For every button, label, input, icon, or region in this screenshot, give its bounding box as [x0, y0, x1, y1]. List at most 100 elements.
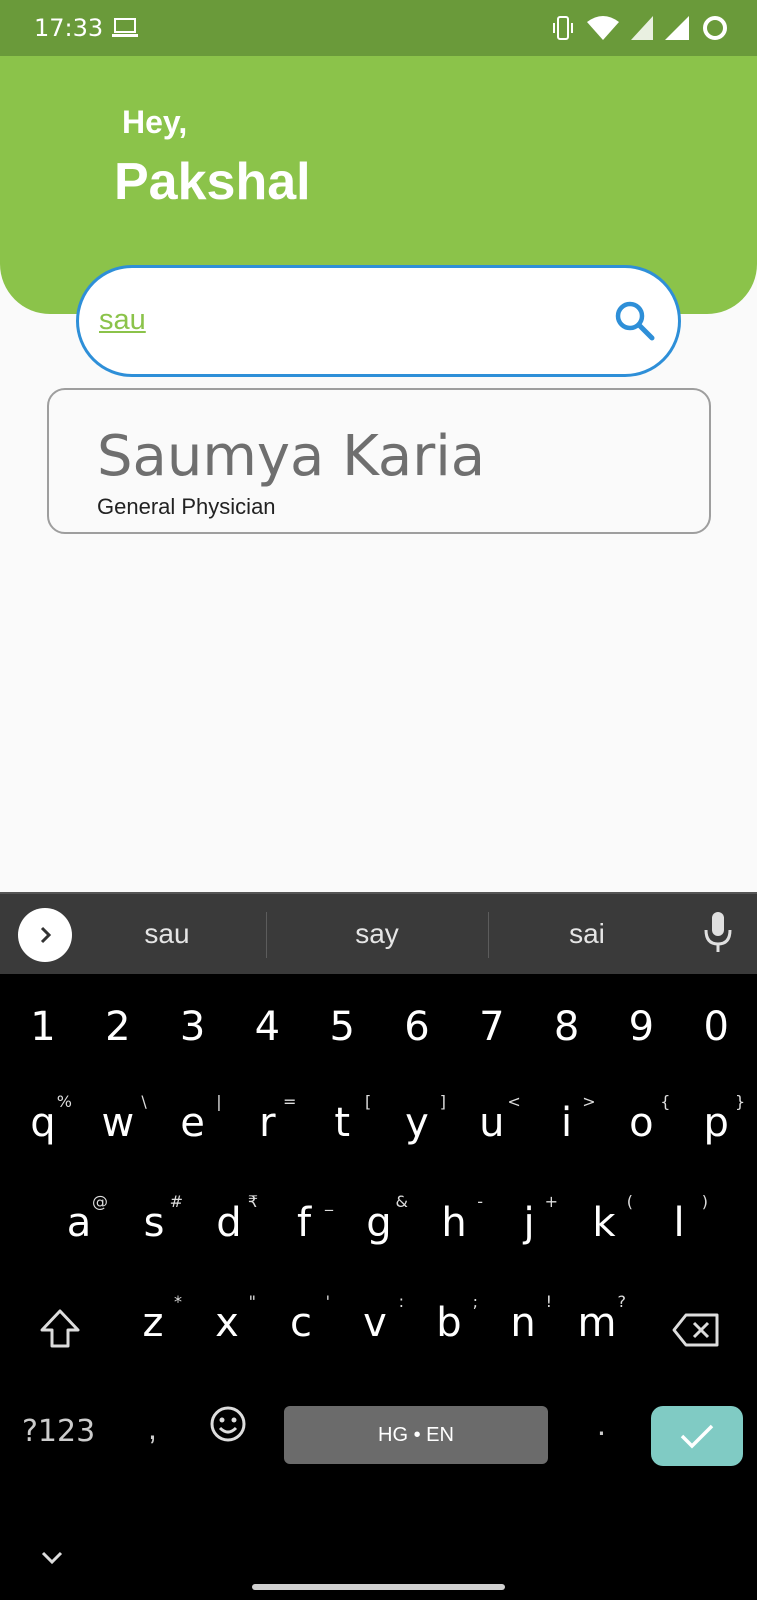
key-alt-label: %	[56, 1092, 72, 1111]
emoji-key[interactable]	[208, 1404, 248, 1449]
symbols-key[interactable]: ?123	[22, 1414, 95, 1449]
key-1[interactable]: 1	[8, 1004, 78, 1050]
key-alt-label: -	[477, 1192, 483, 1211]
shift-icon	[40, 1309, 80, 1348]
key-alt-label: +	[544, 1192, 558, 1211]
expand-toolbar-button[interactable]	[18, 908, 72, 962]
comma-key[interactable]: ,	[148, 1410, 157, 1447]
key-c[interactable]: c '	[266, 1292, 336, 1346]
key-alt-label: :	[398, 1292, 404, 1311]
period-key[interactable]: .	[597, 1406, 606, 1443]
doctor-result-card[interactable]: Saumya Karia General Physician	[47, 388, 711, 534]
chevron-down-icon	[41, 1551, 63, 1565]
key-label: 5	[329, 1004, 355, 1050]
key-alt-label: ]	[439, 1092, 446, 1111]
vibrate-icon	[551, 15, 575, 46]
microphone-icon[interactable]	[703, 910, 733, 959]
key-f[interactable]: f _	[269, 1192, 339, 1246]
suggestion-2[interactable]: say	[302, 918, 452, 950]
key-5[interactable]: 5	[307, 1004, 377, 1050]
key-alt-label: (	[626, 1192, 633, 1211]
key-w[interactable]: w \	[83, 1092, 153, 1146]
enter-key[interactable]	[651, 1406, 743, 1466]
key-alt-label: |	[216, 1092, 222, 1111]
key-4[interactable]: 4	[232, 1004, 302, 1050]
key-o[interactable]: o{	[606, 1092, 676, 1146]
key-label: 7	[479, 1004, 505, 1050]
key-label: 0	[703, 1004, 729, 1050]
key-i[interactable]: i >	[532, 1092, 602, 1146]
key-k[interactable]: k(	[569, 1192, 639, 1246]
search-icon[interactable]	[612, 298, 656, 347]
username-text: Pakshal	[114, 153, 311, 211]
search-field[interactable]: sau	[76, 265, 681, 377]
key-b[interactable]: b;	[414, 1292, 484, 1346]
key-0[interactable]: 0	[681, 1004, 751, 1050]
key-v[interactable]: v:	[340, 1292, 410, 1346]
key-e[interactable]: e |	[158, 1092, 228, 1146]
key-alt-label: @	[92, 1192, 108, 1211]
key-alt-label: "	[248, 1292, 256, 1311]
key-alt-label: )	[701, 1192, 708, 1211]
signal-icon	[665, 16, 689, 45]
hide-keyboard-key[interactable]	[40, 1550, 64, 1571]
key-6[interactable]: 6	[382, 1004, 452, 1050]
suggestion-1[interactable]: sau	[92, 918, 242, 950]
status-icons	[551, 14, 729, 47]
backspace-key[interactable]	[672, 1312, 720, 1353]
key-alt-label: *	[174, 1292, 182, 1311]
key-m[interactable]: m?	[562, 1292, 632, 1346]
status-bar: 17:33	[0, 0, 757, 56]
backspace-icon	[672, 1313, 719, 1347]
key-7[interactable]: 7	[457, 1004, 527, 1050]
key-z[interactable]: z *	[118, 1292, 188, 1346]
key-label: 2	[105, 1004, 131, 1050]
emoji-icon	[210, 1406, 246, 1442]
key-alt-label: >	[582, 1092, 596, 1111]
key-label: 3	[179, 1004, 206, 1050]
key-alt-label: ;	[472, 1292, 478, 1311]
key-x[interactable]: x "	[192, 1292, 262, 1346]
key-2[interactable]: 2	[83, 1004, 153, 1050]
key-u[interactable]: u <	[457, 1092, 527, 1146]
key-j[interactable]: j +	[494, 1192, 564, 1246]
doctor-specialty: General Physician	[97, 494, 276, 519]
key-alt-label: <	[507, 1092, 521, 1111]
space-key[interactable]: HG • EN	[284, 1406, 548, 1464]
shift-key[interactable]	[38, 1308, 82, 1355]
key-n[interactable]: n!	[488, 1292, 558, 1346]
key-label: 4	[254, 1004, 281, 1050]
key-alt-label: !	[545, 1292, 552, 1311]
key-h[interactable]: h-	[419, 1192, 489, 1246]
key-g[interactable]: g &	[344, 1192, 414, 1246]
key-r[interactable]: r =	[232, 1092, 302, 1146]
key-3[interactable]: 3	[158, 1004, 228, 1050]
key-q[interactable]: q%	[8, 1092, 78, 1146]
laptop-icon	[112, 17, 138, 44]
wifi-icon	[587, 15, 619, 46]
suggestion-3[interactable]: sai	[512, 918, 662, 950]
key-8[interactable]: 8	[532, 1004, 602, 1050]
keyboard-suggestion-bar: sau say sai	[0, 892, 757, 974]
suggestion-divider	[266, 912, 267, 958]
key-alt-label: #	[169, 1192, 183, 1211]
battery-ring-icon	[701, 14, 729, 47]
key-a[interactable]: a @	[44, 1192, 114, 1246]
key-alt-label: {	[660, 1092, 671, 1111]
gesture-nav-bar[interactable]	[252, 1584, 505, 1590]
search-input[interactable]: sau	[99, 304, 146, 337]
key-label: 6	[404, 1004, 430, 1050]
key-s[interactable]: s #	[119, 1192, 189, 1246]
key-l[interactable]: l)	[644, 1192, 714, 1246]
status-time: 17:33	[34, 14, 104, 42]
key-alt-label: &	[395, 1192, 408, 1211]
key-label: 1	[30, 1004, 56, 1050]
key-alt-label: [	[364, 1092, 372, 1111]
key-y[interactable]: y]	[382, 1092, 452, 1146]
key-t[interactable]: t[	[307, 1092, 377, 1146]
key-alt-label: _	[325, 1192, 333, 1211]
key-d[interactable]: d ₹	[194, 1192, 264, 1246]
key-alt-label: ?	[617, 1292, 627, 1311]
key-9[interactable]: 9	[606, 1004, 676, 1050]
key-p[interactable]: p}	[681, 1092, 751, 1146]
